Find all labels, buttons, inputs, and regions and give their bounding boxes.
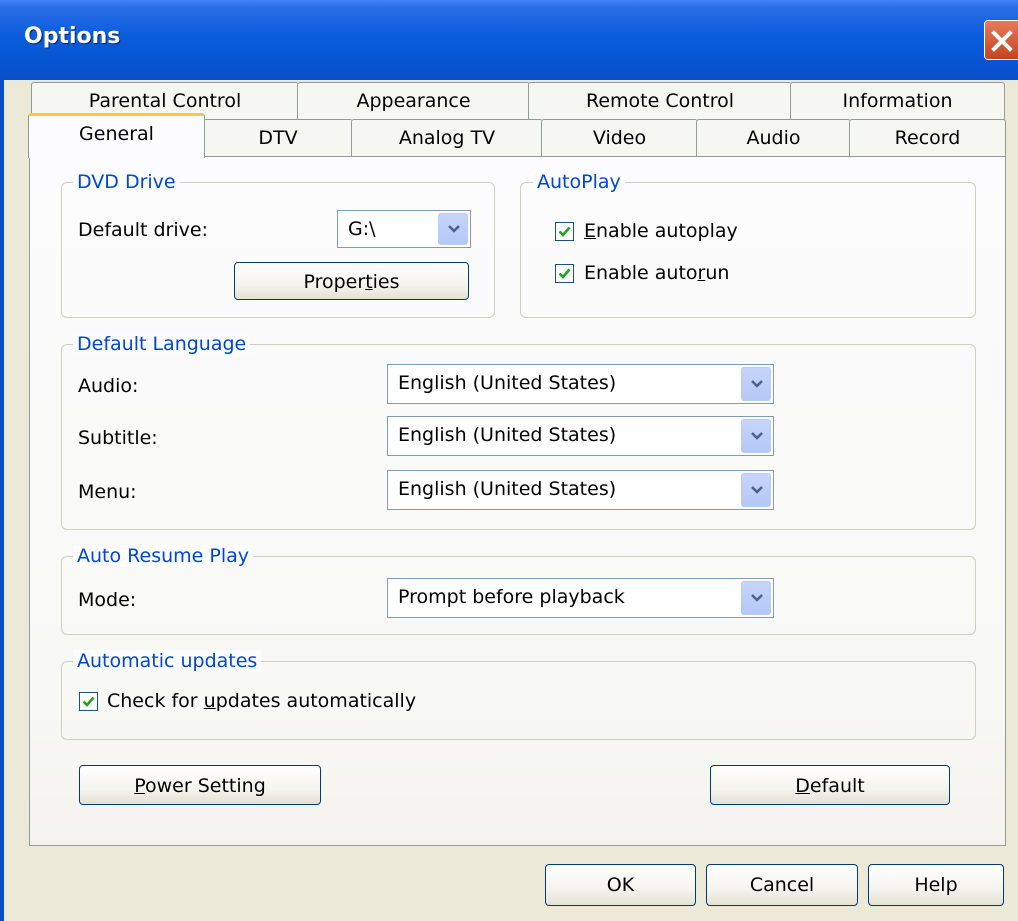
tab-remote-control[interactable]: Remote Control <box>528 82 792 120</box>
resume-mode-select[interactable]: Prompt before playback <box>387 578 774 618</box>
title-bar: Options <box>0 0 1018 80</box>
help-button[interactable]: Help <box>868 864 1004 906</box>
chevron-down-icon[interactable] <box>741 419 771 453</box>
tab-information[interactable]: Information <box>790 82 1005 120</box>
resume-mode-value: Prompt before playback <box>398 586 625 608</box>
chevron-down-icon[interactable] <box>741 367 771 401</box>
chevron-down-icon[interactable] <box>741 473 771 507</box>
close-icon <box>991 30 1013 52</box>
default-button[interactable]: Default <box>710 765 950 805</box>
tab-general[interactable]: General <box>28 113 205 158</box>
checkmark-icon <box>558 268 571 279</box>
check-updates-label[interactable]: Check for updates automatically <box>107 689 416 713</box>
tab-audio[interactable]: Audio <box>696 119 851 156</box>
tab-video[interactable]: Video <box>541 119 698 156</box>
check-updates-checkbox[interactable] <box>79 692 98 711</box>
tab-record[interactable]: Record <box>849 119 1006 156</box>
menu-language-value: English (United States) <box>398 478 617 500</box>
tab-analog-tv[interactable]: Analog TV <box>351 119 543 156</box>
enable-autorun-checkbox[interactable] <box>555 264 574 283</box>
menu-language-label: Menu: <box>78 481 137 503</box>
default-drive-select[interactable]: G:\ <box>337 210 471 248</box>
chevron-down-icon[interactable] <box>741 581 771 615</box>
window-frame-left <box>0 80 4 921</box>
audio-language-value: English (United States) <box>398 372 617 394</box>
enable-autorun-label[interactable]: Enable autorun <box>584 261 729 285</box>
default-drive-label: Default drive: <box>78 219 208 241</box>
checkmark-icon <box>558 226 571 237</box>
audio-language-select[interactable]: English (United States) <box>387 364 774 404</box>
automatic-updates-legend: Automatic updates <box>73 650 262 672</box>
chevron-down-icon[interactable] <box>438 213 468 245</box>
default-language-legend: Default Language <box>73 333 251 355</box>
ok-button[interactable]: OK <box>545 864 696 906</box>
subtitle-language-value: English (United States) <box>398 424 617 446</box>
window-title: Options <box>24 24 121 49</box>
checkmark-icon <box>82 696 95 707</box>
properties-button[interactable]: Properties <box>234 262 469 300</box>
auto-resume-legend: Auto Resume Play <box>73 545 253 567</box>
menu-language-select[interactable]: English (United States) <box>387 470 774 510</box>
dvd-drive-legend: DVD Drive <box>73 171 180 193</box>
close-button[interactable] <box>984 20 1018 60</box>
power-setting-button[interactable]: Power Setting <box>79 765 321 805</box>
audio-language-label: Audio: <box>78 375 139 397</box>
enable-autoplay-checkbox[interactable] <box>555 222 574 241</box>
default-drive-value: G:\ <box>348 218 376 240</box>
subtitle-language-select[interactable]: English (United States) <box>387 416 774 456</box>
autoplay-group <box>520 182 976 318</box>
cancel-button[interactable]: Cancel <box>706 864 858 906</box>
tab-appearance[interactable]: Appearance <box>297 82 530 120</box>
enable-autoplay-label[interactable]: Enable autoplay <box>584 219 738 243</box>
resume-mode-label: Mode: <box>78 589 137 611</box>
tab-dtv[interactable]: DTV <box>203 119 353 156</box>
autoplay-legend: AutoPlay <box>533 171 625 193</box>
subtitle-language-label: Subtitle: <box>78 427 158 449</box>
